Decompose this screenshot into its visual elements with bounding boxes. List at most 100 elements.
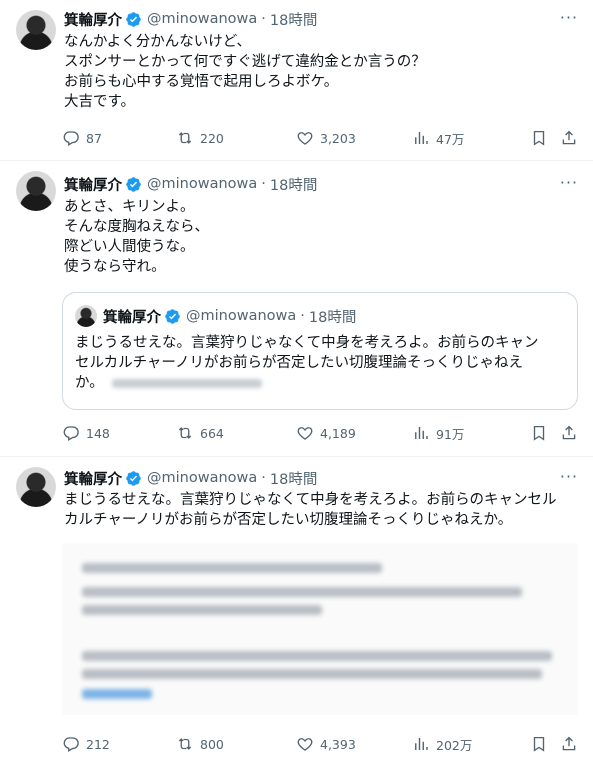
bookmark-button[interactable] [530,127,554,149]
views-icon [412,424,430,442]
separator-dot: · [261,11,266,27]
like-button[interactable]: 3,203 [296,127,356,149]
reply-count: 148 [86,425,110,441]
verified-badge-icon [125,176,142,193]
quote-avatar [75,305,97,327]
retweet-button[interactable]: 664 [176,422,224,444]
handle[interactable]: @minowanowa [147,11,257,27]
tweet-text: なんかよく分かんないけど、 スポンサーとかって何ですぐ逃げて違約金とか言うの？ … [64,32,574,112]
views-count: 47万 [436,131,465,147]
reply-icon [62,424,80,442]
tweet-text: まじうるせえな。言葉狩りじゃなくて中身を考えろよ。お前らのキャンセル カルチャー… [64,490,574,530]
tweet-text-line: お前らも心中する覚悟で起用しろよボケ。 [64,74,339,90]
reply-icon [62,129,80,147]
retweet-icon [176,424,194,442]
reply-icon [62,735,80,753]
tweet-text-line: なんかよく分かんないけど、 [64,34,252,50]
tweet-text-line: そんな度胸ねえなら、 [64,219,209,235]
like-icon [296,735,314,753]
display-name[interactable]: 箕輪厚介 [64,174,122,195]
blurred-text [112,378,263,388]
views-button[interactable]: 91万 [412,422,464,444]
bookmark-icon [530,424,548,442]
verified-badge-icon [125,11,142,28]
share-button[interactable] [560,422,584,444]
bookmark-icon [530,735,548,753]
action-bar: 212 800 4,393 202万 [58,733,588,755]
share-button[interactable] [560,127,584,149]
tweet-text-line: 際どい人間使うな。 [64,239,195,255]
action-bar: 148 664 4,189 91万 [58,422,588,444]
tweet[interactable]: 箕輪厚介 @minowanowa · 18時間 ··· あとさ、キリンよ。 そん… [0,161,593,456]
retweet-icon [176,129,194,147]
tweet-text-line: 大吉です。 [64,94,136,110]
views-count: 202万 [436,737,473,753]
reply-button[interactable]: 87 [62,127,102,149]
verified-badge-icon [164,308,181,325]
quote-text-line: か。 [75,373,570,393]
quote-timestamp: 18時間 [308,309,357,326]
quote-header: 箕輪厚介 @minowanowa · 18時間 [103,306,356,326]
display-name[interactable]: 箕輪厚介 [64,9,122,30]
timestamp[interactable]: 18時間 [270,468,317,489]
tweet-header: 箕輪厚介 @minowanowa · 18時間 [64,468,317,488]
views-button[interactable]: 202万 [412,733,472,755]
action-bar: 87 220 3,203 47万 [58,127,588,149]
like-count: 4,189 [320,425,356,441]
views-count: 91万 [436,426,465,442]
bookmark-button[interactable] [530,422,554,444]
avatar[interactable] [16,467,56,507]
retweet-count: 220 [200,130,224,146]
more-icon[interactable]: ··· [559,9,579,29]
quote-handle: @minowanowa [186,308,297,324]
attached-image-blurred[interactable] [62,543,578,715]
like-icon [296,129,314,147]
tweet[interactable]: 箕輪厚介 @minowanowa · 18時間 ··· まじうるせえな。言葉狩り… [0,457,593,762]
tweet-header: 箕輪厚介 @minowanowa · 18時間 [64,9,317,29]
retweet-icon [176,735,194,753]
views-icon [412,735,430,753]
like-count: 3,203 [320,130,356,146]
quote-text-line: まじうるせえな。言葉狩りじゃなくて中身を考えろよ。お前らのキャン [75,335,539,351]
views-icon [412,129,430,147]
more-icon[interactable]: ··· [559,174,579,194]
retweet-button[interactable]: 220 [176,127,224,149]
tweet-text-line: あとさ、キリンよ。 [64,199,195,215]
separator-dot: · [261,470,266,486]
display-name[interactable]: 箕輪厚介 [64,468,122,489]
like-button[interactable]: 4,189 [296,422,356,444]
views-button[interactable]: 47万 [412,127,464,149]
retweet-button[interactable]: 800 [176,733,224,755]
quote-tweet[interactable]: 箕輪厚介 @minowanowa · 18時間 まじうるせえな。言葉狩りじゃなく… [62,292,578,410]
avatar[interactable] [16,10,56,50]
like-button[interactable]: 4,393 [296,733,356,755]
avatar[interactable] [16,171,56,211]
share-icon [560,129,578,147]
retweet-count: 800 [200,736,224,752]
tweet-text-line: 使うなら守れ。 [64,259,166,275]
tweet-text: あとさ、キリンよ。 そんな度胸ねえなら、 際どい人間使うな。 使うなら守れ。 [64,197,574,277]
tweet-text-line: まじうるせえな。言葉狩りじゃなくて中身を考えろよ。お前らのキャンセル [64,492,557,508]
verified-badge-icon [125,470,142,487]
share-icon [560,735,578,753]
tweet[interactable]: 箕輪厚介 @minowanowa · 18時間 ··· なんかよく分かんないけど… [0,0,593,160]
bookmark-icon [530,129,548,147]
more-icon[interactable]: ··· [559,468,579,488]
handle[interactable]: @minowanowa [147,470,257,486]
quote-text-line: セルカルチャーノリがお前らが否定したい切腹理論そっくりじゃねえ [75,355,524,371]
reply-count: 212 [86,736,110,752]
timestamp[interactable]: 18時間 [270,174,317,195]
like-icon [296,424,314,442]
reply-count: 87 [86,130,102,146]
timestamp[interactable]: 18時間 [270,9,317,30]
reply-button[interactable]: 148 [62,422,110,444]
handle[interactable]: @minowanowa [147,176,257,192]
bookmark-button[interactable] [530,733,554,755]
separator-dot: · [300,308,305,324]
tweet-header: 箕輪厚介 @minowanowa · 18時間 [64,174,317,194]
tweet-text-line: スポンサーとかって何ですぐ逃げて違約金とか言うの？ [64,54,426,70]
reply-button[interactable]: 212 [62,733,110,755]
share-icon [560,424,578,442]
retweet-count: 664 [200,425,224,441]
share-button[interactable] [560,733,584,755]
